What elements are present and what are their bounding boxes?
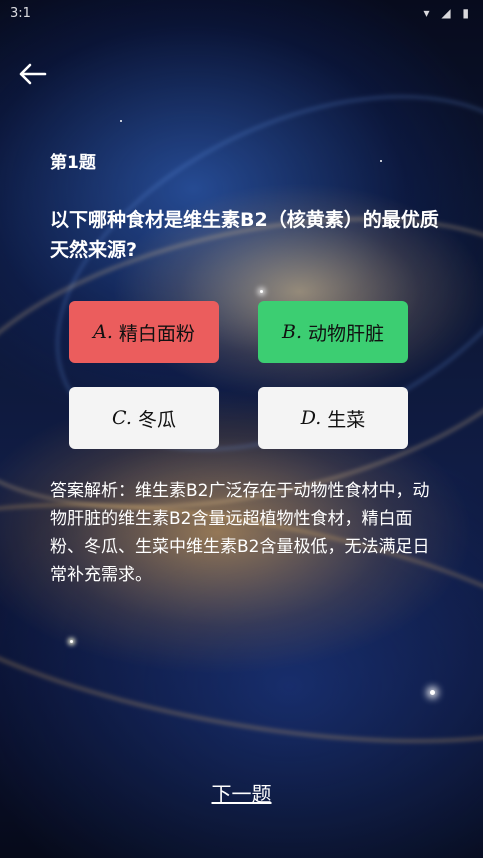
background-star xyxy=(260,290,263,293)
answer-explanation: 答案解析：维生素B2广泛存在于动物性食材中，动物肝脏的维生素B2含量远超植物性食… xyxy=(50,481,430,585)
option-label: 冬瓜 xyxy=(137,408,176,431)
next-question-container: 下一题 xyxy=(0,778,483,807)
option-a-button[interactable]: A. 精白面粉 xyxy=(69,301,219,363)
option-letter: A. xyxy=(93,321,113,343)
option-label: 精白面粉 xyxy=(118,322,195,345)
back-button[interactable] xyxy=(16,58,48,90)
next-question-link[interactable]: 下一题 xyxy=(212,782,272,806)
option-letter: B. xyxy=(281,321,302,343)
option-b-button[interactable]: B. 动物肝脏 xyxy=(258,301,408,363)
option-letter: D. xyxy=(300,407,322,429)
option-label: 动物肝脏 xyxy=(308,322,385,345)
option-label: 生菜 xyxy=(327,408,366,431)
background-star xyxy=(70,640,73,643)
option-letter: C. xyxy=(112,407,132,429)
question-number: 第1题 xyxy=(50,153,96,173)
background-star xyxy=(120,120,122,122)
option-c-button[interactable]: C. 冬瓜 xyxy=(69,387,219,449)
background-star xyxy=(430,690,435,695)
arrow-left-icon xyxy=(19,63,47,85)
question-text: 以下哪种食材是维生素B2（核黄素）的最优质天然来源? xyxy=(50,209,439,261)
status-bar: 3:1 ▾ ◢ ▮ xyxy=(0,0,483,30)
option-d-button[interactable]: D. 生菜 xyxy=(258,387,408,449)
background-star xyxy=(380,160,382,162)
status-icons: ▾ ◢ ▮ xyxy=(423,6,473,20)
status-time: 3:1 xyxy=(10,6,31,21)
